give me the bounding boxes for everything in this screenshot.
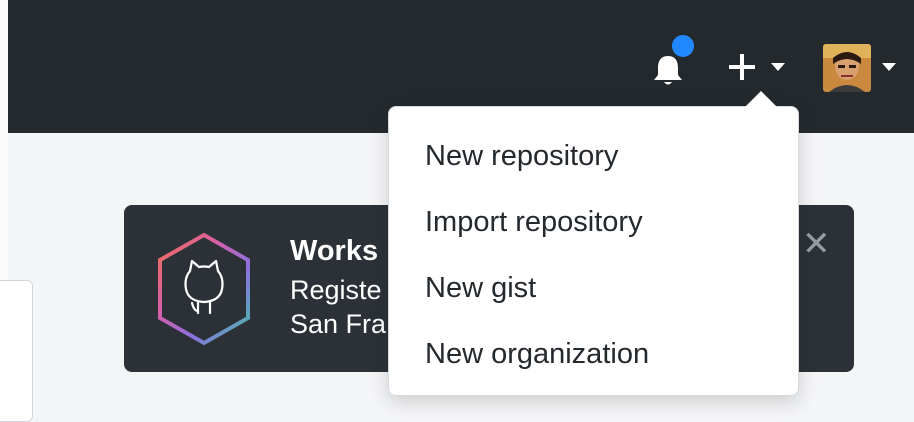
- menu-item-new-gist[interactable]: New gist: [389, 255, 798, 321]
- menu-item-new-repository[interactable]: New repository: [389, 123, 798, 189]
- close-icon[interactable]: ✕: [802, 227, 831, 261]
- caret-down-icon[interactable]: [771, 63, 785, 71]
- content-card-edge: [0, 280, 33, 422]
- banner-line-2: San Fra: [290, 309, 387, 339]
- avatar-image: [823, 44, 871, 92]
- create-new-dropdown: New repository Import repository New gis…: [388, 91, 799, 396]
- dropdown-menu: New repository Import repository New gis…: [389, 107, 798, 387]
- banner-title: Works: [290, 235, 379, 267]
- notification-indicator: [670, 33, 696, 59]
- octocat-hexagon-icon: [158, 232, 250, 346]
- caret-down-icon[interactable]: [882, 63, 896, 71]
- menu-item-new-organization[interactable]: New organization: [389, 321, 798, 387]
- avatar[interactable]: [823, 44, 871, 92]
- banner-line-1: Registe: [290, 275, 382, 305]
- plus-icon[interactable]: [725, 50, 759, 84]
- menu-item-import-repository[interactable]: Import repository: [389, 189, 798, 255]
